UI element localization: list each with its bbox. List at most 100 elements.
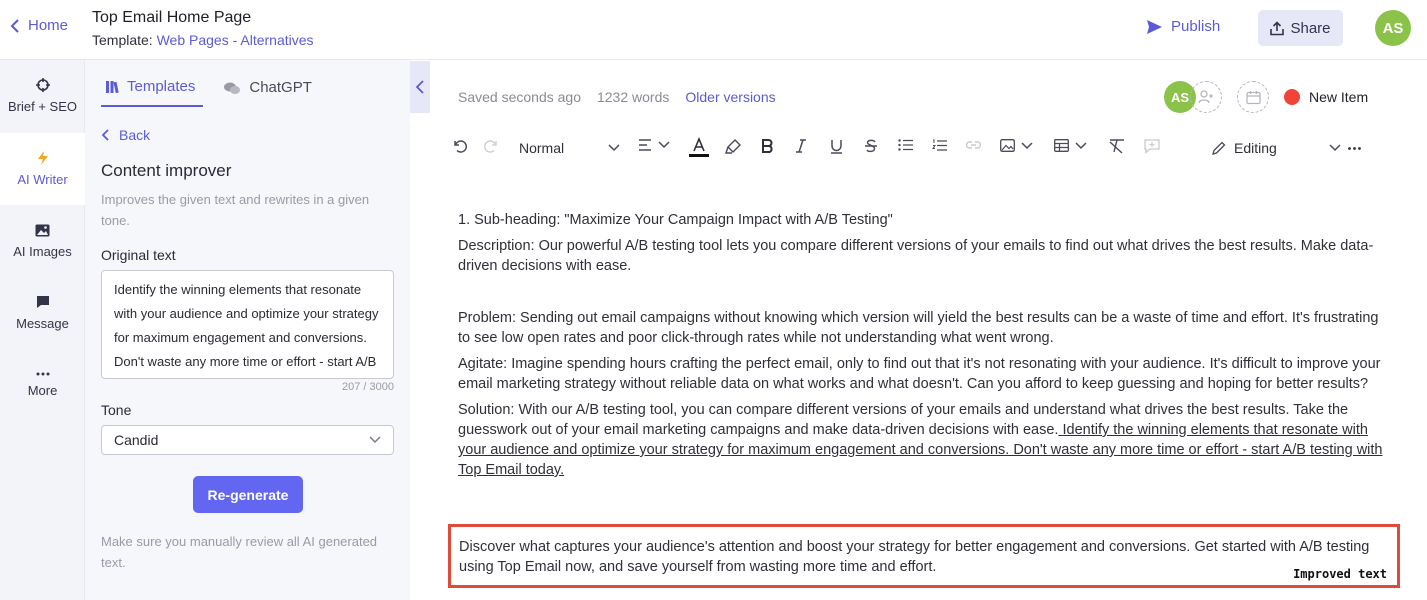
calendar-icon [1245,90,1261,104]
chevron-down-icon [1021,141,1033,149]
chevron-left-icon [416,80,424,94]
link-button[interactable] [965,139,982,151]
editing-mode-value: Editing [1234,140,1277,156]
numbered-list-icon [932,139,947,151]
document-body[interactable]: 1. Sub-heading: "Maximize Your Campaign … [458,210,1393,486]
chevron-down-icon [1329,144,1341,152]
improved-text-label: Improved text [1293,567,1387,581]
back-label: Back [119,127,151,143]
add-user-icon [1198,90,1213,104]
tone-select[interactable]: Candid [101,425,394,455]
document-meta: Saved seconds ago 1232 words Older versi… [458,89,792,105]
workflow-status[interactable]: New Item [1284,89,1368,105]
bold-icon [762,139,773,153]
text-color-button[interactable] [689,137,709,157]
undo-icon [454,140,467,153]
pencil-icon [1212,141,1226,155]
editing-mode-select[interactable]: Editing [1212,140,1341,156]
clear-format-icon [1109,139,1124,154]
back-link[interactable]: Back [101,127,150,143]
older-versions-link[interactable]: Older versions [685,89,775,105]
italic-button[interactable] [795,139,807,153]
editor-toolbar: Normal Editing [448,134,1368,164]
rail-label: Message [16,316,69,331]
paragraph-style-select[interactable]: Normal [519,140,620,156]
tab-label: ChatGPT [249,79,312,96]
clear-formatting-button[interactable] [1108,139,1126,154]
align-left-icon [639,139,651,151]
review-note: Make sure you manually review all AI gen… [101,534,378,570]
tab-templates[interactable]: Templates [101,68,204,107]
status-dot [1284,89,1300,105]
share-button[interactable]: Share [1258,10,1343,46]
redo-button[interactable] [484,139,499,153]
rail-item-more[interactable]: More [0,349,85,421]
numbered-list-button[interactable] [932,139,947,152]
saved-status: Saved seconds ago [458,89,581,105]
send-icon [1147,19,1162,34]
crosshair-icon [35,78,50,92]
panel-tabs: Templates ChatGPT [101,68,336,107]
panel-description: Improves the given text and rewrites in … [101,192,370,228]
underline-button[interactable] [830,139,843,154]
highlighter-icon [725,139,741,154]
undo-button[interactable] [452,139,467,153]
subheading-line: 1. Sub-heading: "Maximize Your Campaign … [458,212,893,228]
rail-label: More [27,383,58,398]
improved-text-paragraph: Discover what captures your audience's a… [459,539,1370,575]
more-icon [36,372,49,376]
original-text-input[interactable]: Identify the winning elements that reson… [101,270,394,379]
template-link[interactable]: Web Pages - Alternatives [157,32,314,48]
more-options-button[interactable] [1348,147,1361,150]
rail-label: AI Images [13,243,72,259]
home-label: Home [28,17,69,34]
image-icon [35,224,50,236]
insert-table-select[interactable] [1054,139,1087,152]
regenerate-button[interactable]: Re-generate [193,476,303,513]
rail-item-ai-writer[interactable]: AI Writer [0,133,85,205]
comment-button[interactable] [1144,139,1160,154]
rail-item-brief-seo[interactable]: Brief + SEO [0,60,85,132]
solution-paragraph: Solution: With our A/B testing tool, you… [458,400,1393,480]
tone-label: Tone [101,402,132,418]
publish-label: Publish [1171,18,1221,35]
rail-item-message[interactable]: Message [0,277,85,349]
home-link[interactable]: Home [10,17,68,34]
insert-image-select[interactable] [1000,139,1033,152]
table-icon [1054,139,1069,152]
chevron-down-icon [608,144,620,152]
chat-icon [36,296,49,308]
tone-value: Candid [114,432,159,448]
top-header: Home Top Email Home Page Template: Web P… [0,0,1427,60]
schedule-button[interactable] [1237,81,1269,113]
rail-item-ai-images[interactable]: AI Images [0,205,85,277]
underline-icon [831,140,842,154]
strikethrough-icon [865,139,877,153]
comment-add-icon [1144,139,1160,154]
problem-paragraph: Problem: Sending out email campaigns wit… [458,310,1379,346]
chevron-down-icon [658,141,670,149]
paragraph-style-value: Normal [519,140,565,156]
chat-bubbles-icon [224,82,241,94]
user-avatar[interactable]: AS [1375,10,1411,46]
bullet-list-button[interactable] [898,139,913,151]
word-count: 1232 words [596,89,670,105]
tab-chatgpt[interactable]: ChatGPT [219,68,320,107]
highlight-button[interactable] [725,139,741,155]
add-collaborator-button[interactable] [1190,81,1222,113]
publish-button[interactable]: Publish [1146,18,1220,35]
description-paragraph: Description: Our powerful A/B testing to… [458,238,1374,274]
align-select[interactable] [638,139,670,151]
chevron-left-icon [101,129,109,141]
template-prefix: Template: [92,32,153,48]
tab-label: Templates [127,78,196,95]
agitate-paragraph: Agitate: Imagine spending hours crafting… [458,356,1381,392]
strikethrough-button[interactable] [864,139,878,153]
redo-icon [484,140,497,153]
collapse-panel-button[interactable] [410,61,430,113]
rail-label: Brief + SEO [8,99,77,114]
share-label: Share [1290,19,1331,37]
rail-label: AI Writer [17,172,68,187]
original-text-label: Original text [101,247,176,263]
bold-button[interactable] [761,139,774,153]
